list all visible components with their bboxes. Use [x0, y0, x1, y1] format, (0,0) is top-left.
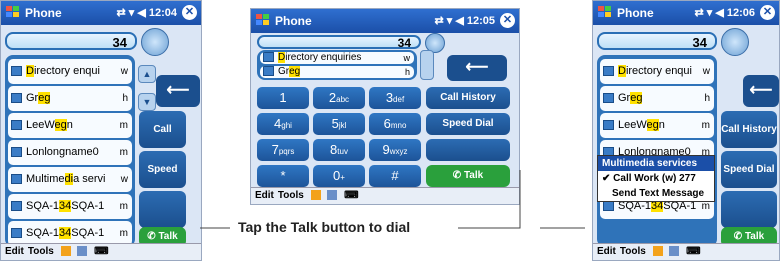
- close-icon[interactable]: ✕: [760, 5, 775, 20]
- call-history-button[interactable]: Call History: [721, 111, 777, 148]
- contact-card-icon: [603, 201, 614, 212]
- caption-post: to dial: [365, 219, 411, 235]
- title-bar: Phone ⇄ ▾ ◀ 12:06 ✕: [593, 1, 779, 25]
- phone-screen-right: Phone ⇄ ▾ ◀ 12:06 ✕ 34 Directory enqui w G…: [592, 0, 780, 261]
- number-type: w: [702, 66, 710, 77]
- contact-card-icon: [603, 120, 614, 131]
- phone-icon: ✆: [733, 231, 743, 242]
- number-field[interactable]: 34: [597, 32, 717, 50]
- menu-tools[interactable]: Tools: [620, 246, 646, 257]
- keypad-toggle-button[interactable]: [721, 28, 749, 56]
- match-highlight: eg: [630, 92, 643, 104]
- input-panel-icon[interactable]: ⌨: [686, 246, 700, 257]
- contact-name-part: irectory enqui: [625, 65, 692, 77]
- contact-name-part: LeeW: [618, 119, 647, 131]
- contact-name-part: Gr: [618, 92, 631, 104]
- talk-label: Talk: [744, 231, 765, 242]
- caption-pre: Tap the: [238, 219, 291, 235]
- caption-bold: Talk button: [290, 219, 366, 235]
- list-item[interactable]: LeeWegn m: [600, 113, 714, 138]
- match-highlight: eg: [646, 119, 659, 131]
- call-work-label: Call Work (w) 277: [613, 173, 696, 184]
- contact-card-icon: [603, 66, 614, 77]
- clock: 12:06: [726, 7, 755, 19]
- status-area[interactable]: ⇄ ▾ ◀ 12:06: [694, 6, 755, 19]
- menu-bar: Edit Tools ⌨: [593, 243, 779, 260]
- menu-edit[interactable]: Edit: [597, 246, 616, 257]
- contact-list: Directory enqui w Greg h LeeWegn m Lonlongname…: [597, 55, 717, 247]
- blank-side-button[interactable]: [721, 191, 777, 228]
- menu-item-call-work[interactable]: ✔ Call Work (w) 277: [598, 171, 714, 186]
- speed-dial-button[interactable]: Speed Dial: [721, 151, 777, 188]
- menu-item-send-text[interactable]: Send Text Message: [598, 186, 714, 201]
- match-highlight: D: [618, 65, 626, 77]
- number-type: m: [701, 120, 710, 131]
- contacts-icon[interactable]: [669, 246, 680, 257]
- backspace-button[interactable]: ⟵: [743, 75, 779, 107]
- contact-card-icon: [603, 93, 614, 104]
- app-title: Phone: [617, 6, 654, 20]
- list-item[interactable]: Greg h: [600, 86, 714, 111]
- caption: Tap the Talk button to dial: [238, 219, 410, 235]
- dialer-body: 34 Directory enqui w Greg h LeeWegn m Lonlongn…: [593, 25, 779, 247]
- folder-icon[interactable]: [652, 246, 663, 257]
- context-menu: Multimedia services ✔ Call Work (w) 277 …: [597, 155, 715, 202]
- menu-item-multimedia[interactable]: Multimedia services: [598, 156, 714, 171]
- contact-name-part: n: [658, 119, 665, 131]
- list-item[interactable]: Directory enqui w: [600, 59, 714, 84]
- number-type: h: [704, 93, 710, 104]
- windows-flag-icon[interactable]: [597, 4, 613, 20]
